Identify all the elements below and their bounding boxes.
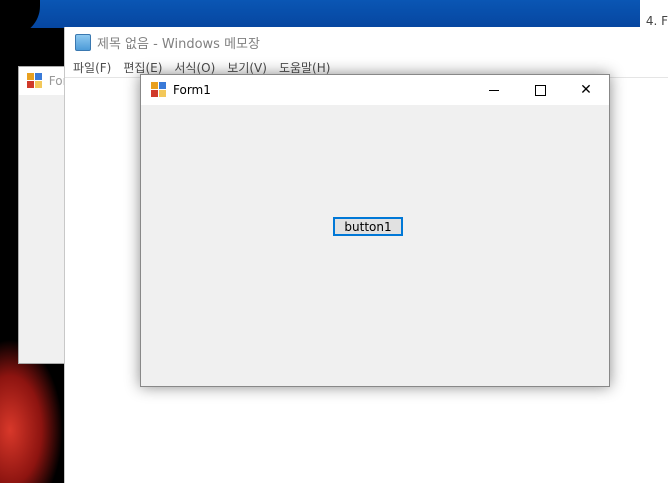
- menu-help[interactable]: 도움말(H): [273, 59, 337, 76]
- notepad-titlebar[interactable]: 제목 없음 - Windows 메모장: [65, 27, 668, 57]
- close-icon: ✕: [580, 82, 592, 98]
- menu-format[interactable]: 서식(O): [168, 59, 221, 76]
- clipped-text: 4. F: [645, 14, 668, 28]
- button1[interactable]: button1: [333, 217, 403, 236]
- menu-file[interactable]: 파일(F): [67, 59, 117, 76]
- menu-view[interactable]: 보기(V): [221, 59, 273, 76]
- menu-edit[interactable]: 편집(E): [117, 59, 168, 76]
- minimize-icon: [489, 89, 499, 91]
- notepad-icon: [75, 33, 91, 51]
- maximize-button[interactable]: [517, 75, 563, 105]
- close-button[interactable]: ✕: [563, 75, 609, 105]
- form1-titlebar[interactable]: Form1 ✕: [141, 75, 609, 105]
- desktop-wallpaper-blue: [0, 0, 640, 36]
- minimize-button[interactable]: [471, 75, 517, 105]
- winform-icon: [151, 82, 167, 98]
- winform-icon: [27, 73, 43, 89]
- form1-title: Form1: [173, 83, 211, 97]
- window-controls: ✕: [471, 75, 609, 105]
- form1-window[interactable]: Form1 ✕ button1: [140, 74, 610, 387]
- maximize-icon: [534, 84, 546, 96]
- notepad-title: 제목 없음 - Windows 메모장: [97, 36, 260, 52]
